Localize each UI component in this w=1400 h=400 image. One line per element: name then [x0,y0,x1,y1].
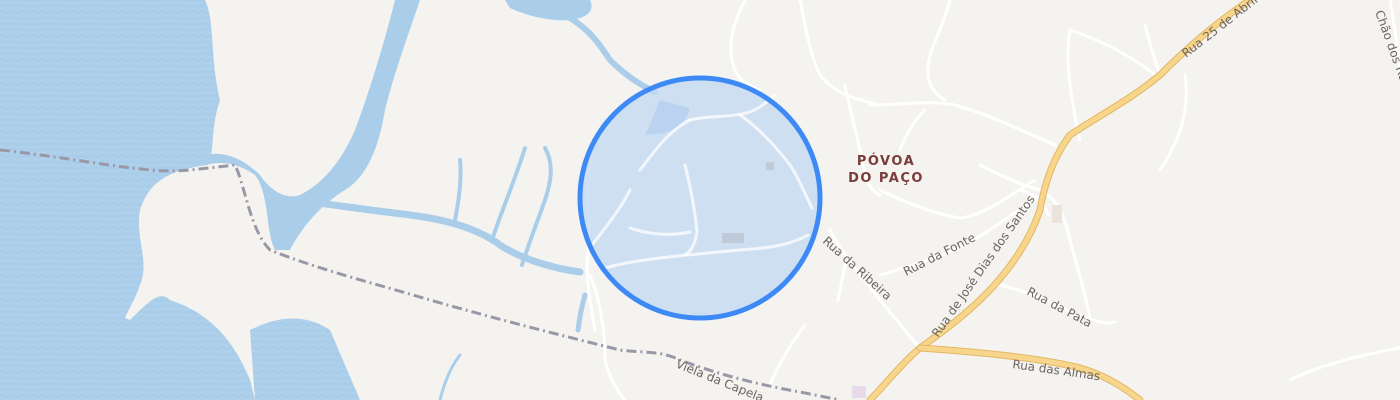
place-label-line2: DO PAÇO [848,171,924,186]
map-canvas[interactable]: PÓVOA DO PAÇO Rua 25 de Abril Chão dos R… [0,0,1400,400]
map-svg[interactable]: PÓVOA DO PAÇO Rua 25 de Abril Chão dos R… [0,0,1400,400]
building [852,386,866,398]
building [1052,205,1062,223]
search-radius[interactable] [577,75,823,321]
place-label-line1: PÓVOA [857,153,915,169]
